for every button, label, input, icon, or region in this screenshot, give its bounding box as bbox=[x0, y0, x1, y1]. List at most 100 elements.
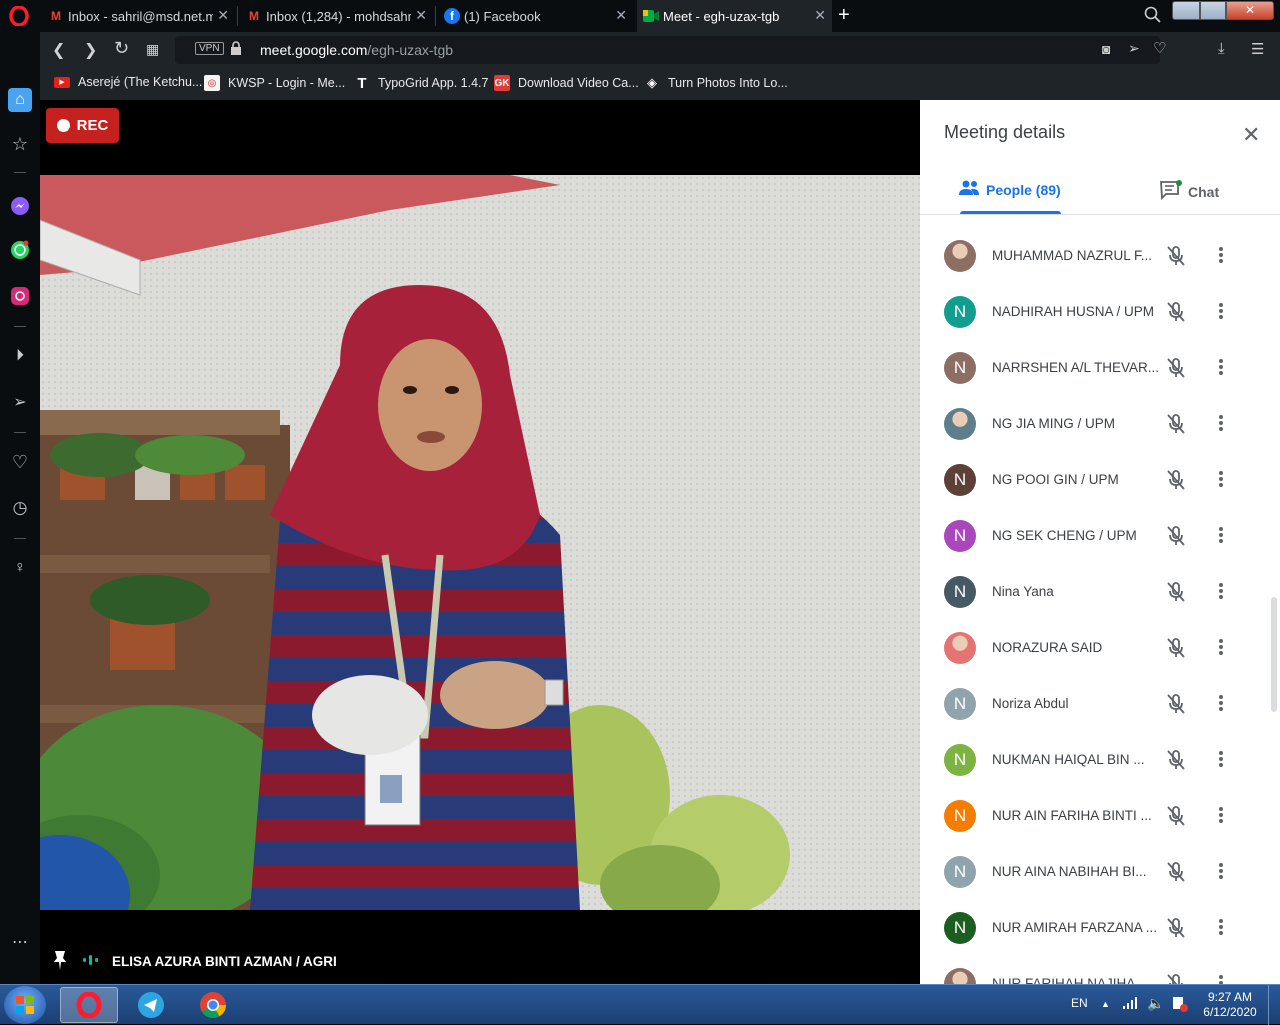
tab-close-icon[interactable]: ✕ bbox=[415, 7, 427, 24]
tab-close-icon[interactable]: ✕ bbox=[217, 7, 229, 24]
participant-row[interactable]: N NUR AMIRAH FARZANA ... bbox=[920, 912, 1260, 968]
mic-off-icon[interactable] bbox=[1164, 412, 1188, 441]
tray-expand-icon[interactable]: ▲ bbox=[1101, 999, 1110, 1009]
participant-row[interactable]: N NUKMAN HAIQAL BIN ... bbox=[920, 744, 1260, 800]
back-button[interactable]: ❮ bbox=[52, 40, 65, 60]
participant-row[interactable]: NUR FARIHAH NAJIHA ... bbox=[920, 968, 1260, 984]
flow-icon[interactable]: ➢ bbox=[8, 390, 32, 414]
minimize-button[interactable] bbox=[1172, 1, 1200, 20]
menu-icon[interactable]: ☰ bbox=[1251, 40, 1264, 58]
more-options-icon[interactable] bbox=[1218, 302, 1224, 325]
mic-off-icon[interactable] bbox=[1164, 860, 1188, 889]
participant-row[interactable]: N NG SEK CHENG / UPM bbox=[920, 520, 1260, 576]
more-options-icon[interactable] bbox=[1218, 470, 1224, 493]
search-tabs-icon[interactable] bbox=[1144, 6, 1162, 29]
tab-people[interactable]: People (89) bbox=[958, 180, 1061, 199]
pin-icon[interactable] bbox=[52, 950, 68, 973]
mic-off-icon[interactable] bbox=[1164, 748, 1188, 777]
more-icon[interactable]: ⋯ bbox=[8, 930, 32, 954]
panel-scrollbar[interactable] bbox=[1271, 597, 1277, 712]
tab-meet[interactable]: Meet - egh-uzax-tgb ✕ bbox=[637, 0, 832, 32]
mic-off-icon[interactable] bbox=[1164, 804, 1188, 833]
participant-row[interactable]: N NADHIRAH HUSNA / UPM bbox=[920, 296, 1260, 352]
bookmark-aserejé[interactable]: ▶ Aserejé (The Ketchu... bbox=[54, 75, 202, 89]
more-options-icon[interactable] bbox=[1218, 750, 1224, 773]
more-options-icon[interactable] bbox=[1218, 638, 1224, 661]
more-options-icon[interactable] bbox=[1218, 806, 1224, 829]
mic-off-icon[interactable] bbox=[1164, 972, 1188, 984]
more-options-icon[interactable] bbox=[1218, 918, 1224, 941]
tab-chat[interactable]: Chat bbox=[1160, 180, 1219, 203]
mic-off-icon[interactable] bbox=[1164, 300, 1188, 329]
player-icon[interactable]: ⏵ bbox=[8, 344, 32, 368]
forward-button[interactable]: ❯ bbox=[84, 40, 97, 60]
mic-off-icon[interactable] bbox=[1164, 580, 1188, 609]
mic-off-icon[interactable] bbox=[1164, 244, 1188, 273]
opera-logo-icon[interactable] bbox=[9, 5, 29, 27]
tab-inbox-2[interactable]: M Inbox (1,284) - mohdsahril ✕ bbox=[240, 0, 433, 32]
language-indicator[interactable]: EN bbox=[1071, 996, 1088, 1010]
participant-row[interactable]: N NUR AINA NABIHAH BI... bbox=[920, 856, 1260, 912]
tab-close-icon[interactable]: ✕ bbox=[814, 7, 826, 24]
participant-row[interactable]: MUHAMMAD NAZRUL F... bbox=[920, 240, 1260, 296]
messenger-icon[interactable] bbox=[8, 194, 32, 218]
mic-off-icon[interactable] bbox=[1164, 468, 1188, 497]
camera-icon[interactable]: ◙ bbox=[1102, 41, 1110, 57]
tab-facebook[interactable]: f (1) Facebook ✕ bbox=[438, 0, 633, 32]
participant-row[interactable]: NORAZURA SAID bbox=[920, 632, 1260, 688]
heart-icon[interactable]: ♡ bbox=[8, 450, 32, 474]
bookmark-turn-photos[interactable]: ◈ Turn Photos Into Lo... bbox=[644, 75, 788, 91]
whatsapp-icon[interactable] bbox=[8, 238, 32, 262]
star-icon[interactable]: ☆ bbox=[8, 132, 32, 156]
close-panel-button[interactable]: ✕ bbox=[1242, 122, 1260, 148]
more-options-icon[interactable] bbox=[1218, 414, 1224, 437]
mic-off-icon[interactable] bbox=[1164, 692, 1188, 721]
participant-row[interactable]: N NARRSHEN A/L THEVAR... bbox=[920, 352, 1260, 408]
reload-button[interactable]: ↻ bbox=[114, 38, 129, 59]
more-options-icon[interactable] bbox=[1218, 246, 1224, 269]
mic-off-icon[interactable] bbox=[1164, 524, 1188, 553]
start-button[interactable] bbox=[4, 986, 46, 1024]
tab-grid-icon[interactable]: ▦ bbox=[146, 41, 159, 58]
participant-row[interactable]: N Nina Yana bbox=[920, 576, 1260, 632]
more-options-icon[interactable] bbox=[1218, 694, 1224, 717]
url-text[interactable]: meet.google.com/egh-uzax-tgb bbox=[260, 42, 453, 58]
home-icon[interactable]: ⌂ bbox=[8, 88, 32, 112]
history-icon[interactable]: ◷ bbox=[8, 496, 32, 520]
close-window-button[interactable]: ✕ bbox=[1226, 1, 1274, 20]
more-options-icon[interactable] bbox=[1218, 358, 1224, 381]
more-options-icon[interactable] bbox=[1218, 974, 1224, 984]
maximize-button[interactable] bbox=[1200, 1, 1226, 20]
instagram-icon[interactable] bbox=[8, 284, 32, 308]
signal-icon[interactable] bbox=[1122, 996, 1138, 1013]
bookmark-typogrid[interactable]: T TypoGrid App. 1.4.7 bbox=[354, 75, 488, 92]
system-clock[interactable]: 9:27 AM 6/12/2020 bbox=[1192, 990, 1268, 1020]
download-icon[interactable]: ⤓ bbox=[1218, 40, 1225, 57]
tab-close-icon[interactable]: ✕ bbox=[615, 7, 627, 24]
mic-off-icon[interactable] bbox=[1164, 356, 1188, 385]
taskbar-opera[interactable] bbox=[60, 987, 118, 1023]
lightbulb-icon[interactable]: ♀ bbox=[8, 556, 32, 580]
heart-icon[interactable]: ♡ bbox=[1153, 39, 1166, 57]
bookmark-download-video[interactable]: GK Download Video Ca... bbox=[494, 75, 639, 91]
show-desktop-button[interactable] bbox=[1268, 985, 1280, 1025]
taskbar-chrome[interactable] bbox=[184, 987, 242, 1023]
bookmark-kwsp[interactable]: ◎ KWSP - Login - Me... bbox=[204, 75, 345, 91]
tab-inbox-1[interactable]: M Inbox - sahril@msd.net.my ✕ bbox=[42, 0, 235, 32]
new-tab-button[interactable]: + bbox=[838, 4, 850, 27]
participant-row[interactable]: NG JIA MING / UPM bbox=[920, 408, 1260, 464]
more-options-icon[interactable] bbox=[1218, 526, 1224, 549]
more-options-icon[interactable] bbox=[1218, 582, 1224, 605]
url-box[interactable]: VPN meet.google.com/egh-uzax-tgb ◙ ➢ ♡ bbox=[175, 36, 1166, 64]
mic-off-icon[interactable] bbox=[1164, 916, 1188, 945]
taskbar-telegram[interactable] bbox=[122, 987, 180, 1023]
participant-row[interactable]: N NUR AIN FARIHA BINTI ... bbox=[920, 800, 1260, 856]
participant-row[interactable]: N NG POOI GIN / UPM bbox=[920, 464, 1260, 520]
participant-row[interactable]: N Noriza Abdul bbox=[920, 688, 1260, 744]
vpn-badge[interactable]: VPN bbox=[195, 42, 224, 55]
speaker-video[interactable] bbox=[40, 175, 920, 910]
action-center-icon[interactable] bbox=[1172, 996, 1188, 1015]
mic-off-icon[interactable] bbox=[1164, 636, 1188, 665]
send-icon[interactable]: ➢ bbox=[1128, 40, 1140, 57]
more-options-icon[interactable] bbox=[1218, 862, 1224, 885]
